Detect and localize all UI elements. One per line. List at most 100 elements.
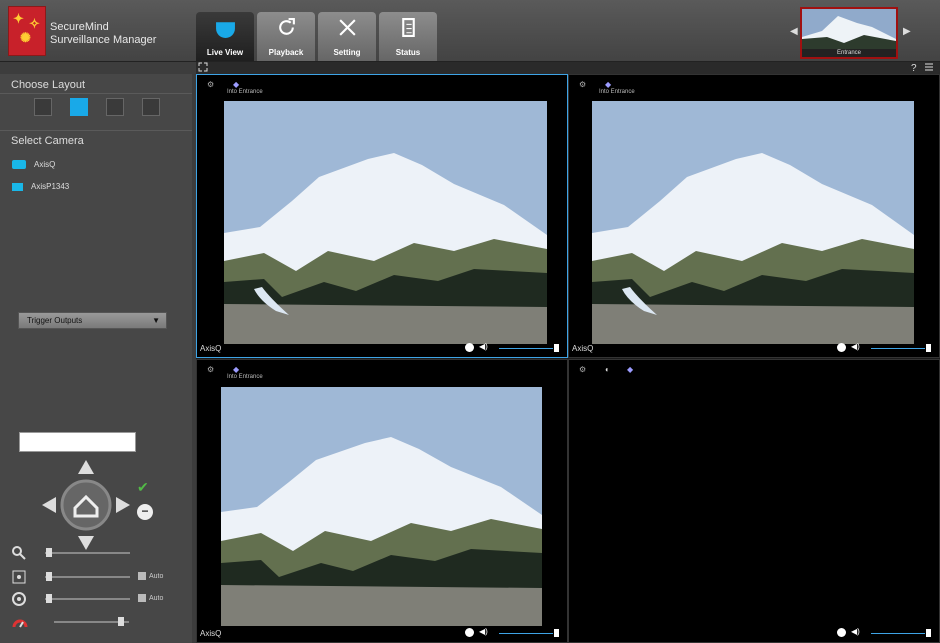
app-title: SecureMind Surveillance Manager: [50, 21, 156, 47]
preview-prev-icon[interactable]: ◀: [790, 26, 798, 37]
tab-playback[interactable]: Playback: [257, 12, 315, 61]
color-icon[interactable]: ◆: [233, 80, 239, 89]
fullscreen-icon[interactable]: [198, 62, 208, 72]
choose-layout-title: Choose Layout: [11, 79, 85, 91]
tools-icon: [339, 19, 356, 36]
minus-icon[interactable]: −: [137, 504, 153, 520]
top-bar: ✦ ✧ ✺ SecureMind Surveillance Manager Live …: [0, 0, 940, 62]
record-icon[interactable]: [837, 343, 846, 352]
camera-feed-image: [224, 101, 547, 344]
preset-input[interactable]: [19, 432, 136, 452]
iris-auto-checkbox[interactable]: Auto: [138, 594, 163, 602]
volume-slider-knob[interactable]: [554, 344, 559, 352]
iris-slider[interactable]: [45, 594, 130, 603]
video-pane-header: ⚙ ◆ Into Entrance: [197, 75, 567, 97]
trigger-outputs-dropdown[interactable]: Trigger Outputs ▼: [18, 312, 167, 329]
help-icon[interactable]: ?: [910, 62, 920, 73]
focus-icon: [12, 570, 26, 584]
pane-title: Into Entrance: [599, 89, 635, 95]
tab-playback-label: Playback: [268, 48, 304, 57]
pane-title: Into Entrance: [227, 89, 263, 95]
app-window: ✦ ✧ ✺ SecureMind Surveillance Manager Live …: [0, 0, 940, 643]
layout-separator: [0, 93, 192, 94]
iris-slider-knob[interactable]: [46, 594, 52, 603]
check-icon[interactable]: ✔: [137, 479, 149, 496]
pane-audio-controls: ◀): [837, 627, 931, 640]
pane-audio-controls: ◀): [465, 342, 559, 355]
pane-camera-name: AxisQ: [200, 344, 222, 353]
live-view-grid: ⚙ ◆ Into Entrance AxisQ ◀) ⚙ ◆ Into Entrance…: [196, 74, 940, 643]
video-pane-1[interactable]: ⚙ ◆ Into Entrance AxisQ ◀): [196, 74, 568, 358]
pane-audio-controls: ◀): [465, 627, 559, 640]
record-icon[interactable]: [465, 343, 474, 352]
zoom-slider-knob[interactable]: [46, 548, 52, 557]
speed-slider-row: [12, 615, 182, 629]
camera-separator: [0, 130, 192, 131]
camera-list-item-axisp1343[interactable]: AxisP1343: [12, 182, 69, 191]
focus-auto-checkbox[interactable]: Auto: [138, 572, 163, 580]
volume-slider-knob[interactable]: [554, 629, 559, 637]
layout-3x3-button[interactable]: [106, 98, 124, 116]
tab-status[interactable]: Status: [379, 12, 437, 61]
focus-slider[interactable]: [45, 572, 130, 581]
document-icon: [402, 18, 415, 37]
speaker-icon[interactable]: ◀): [479, 342, 488, 351]
sidebar: Choose Layout Select Camera AxisQ AxisP1…: [0, 74, 192, 643]
tab-setting[interactable]: Setting: [318, 12, 376, 61]
color-icon[interactable]: ◆: [627, 365, 633, 374]
video-pane-header: ⚙ ◐ ◆: [569, 360, 939, 382]
zoom-slider[interactable]: [45, 548, 130, 557]
video-pane-header: ⚙ ◆ Into Entrance: [197, 360, 567, 382]
app-title-text: SecureMind: [50, 21, 109, 33]
speaker-icon[interactable]: ◀): [479, 627, 488, 636]
tab-live-view[interactable]: Live View: [196, 12, 254, 61]
layout-1x1-button[interactable]: [34, 98, 52, 116]
focus-slider-knob[interactable]: [46, 572, 52, 581]
speaker-icon[interactable]: ◀): [851, 627, 860, 636]
speed-gauge-icon: [12, 619, 28, 628]
video-pane-3[interactable]: ⚙ ◆ Into Entrance AxisQ ◀): [196, 359, 568, 643]
video-pane-4[interactable]: ⚙ ◐ ◆ ◀): [568, 359, 940, 643]
focus-slider-row: Auto: [12, 570, 182, 584]
speaker-icon[interactable]: ◀): [851, 342, 860, 351]
iris-slider-row: Auto: [12, 592, 182, 606]
iris-icon: [12, 592, 26, 606]
camera-feed-image: [221, 387, 542, 626]
volume-slider[interactable]: [499, 633, 553, 634]
record-icon[interactable]: [465, 628, 474, 637]
settings-icon[interactable]: [924, 62, 934, 72]
contrast-icon[interactable]: ◐: [605, 365, 610, 374]
pane-settings-icon[interactable]: ⚙: [579, 80, 586, 89]
pane-settings-icon[interactable]: ⚙: [579, 365, 586, 374]
svg-text:?: ?: [911, 63, 917, 73]
chevron-down-icon: ▼: [152, 316, 160, 325]
volume-slider[interactable]: [499, 348, 553, 349]
layout-2x2-button[interactable]: [70, 98, 88, 116]
zoom-icon: [12, 546, 26, 560]
dome-camera-icon: [12, 160, 26, 169]
color-icon[interactable]: ◆: [233, 365, 239, 374]
pane-camera-name: AxisQ: [572, 344, 594, 353]
record-icon[interactable]: [837, 628, 846, 637]
preview-next-icon[interactable]: ▶: [903, 26, 911, 37]
video-pane-header: ⚙ ◆ Into Entrance: [569, 75, 939, 97]
camera-dome-icon: [216, 22, 235, 38]
camera-preview-thumbnail[interactable]: Entrance: [800, 7, 898, 59]
pane-audio-controls: ◀): [837, 342, 931, 355]
camera-list-item-axisq[interactable]: AxisQ: [12, 160, 55, 169]
pane-settings-icon[interactable]: ⚙: [207, 365, 214, 374]
camera-name: AxisP1343: [31, 182, 70, 191]
color-icon[interactable]: ◆: [605, 80, 611, 89]
volume-slider-knob[interactable]: [926, 344, 931, 352]
volume-slider[interactable]: [871, 633, 925, 634]
pane-title: Into Entrance: [227, 374, 263, 380]
speed-slider-knob[interactable]: [118, 617, 124, 626]
ptz-joystick[interactable]: [42, 460, 130, 550]
view-toolbar: ?: [196, 62, 940, 74]
speed-slider[interactable]: [54, 617, 129, 626]
volume-slider-knob[interactable]: [926, 629, 931, 637]
layout-4x4-button[interactable]: [142, 98, 160, 116]
video-pane-2[interactable]: ⚙ ◆ Into Entrance AxisQ ◀): [568, 74, 940, 358]
volume-slider[interactable]: [871, 348, 925, 349]
pane-settings-icon[interactable]: ⚙: [207, 80, 214, 89]
